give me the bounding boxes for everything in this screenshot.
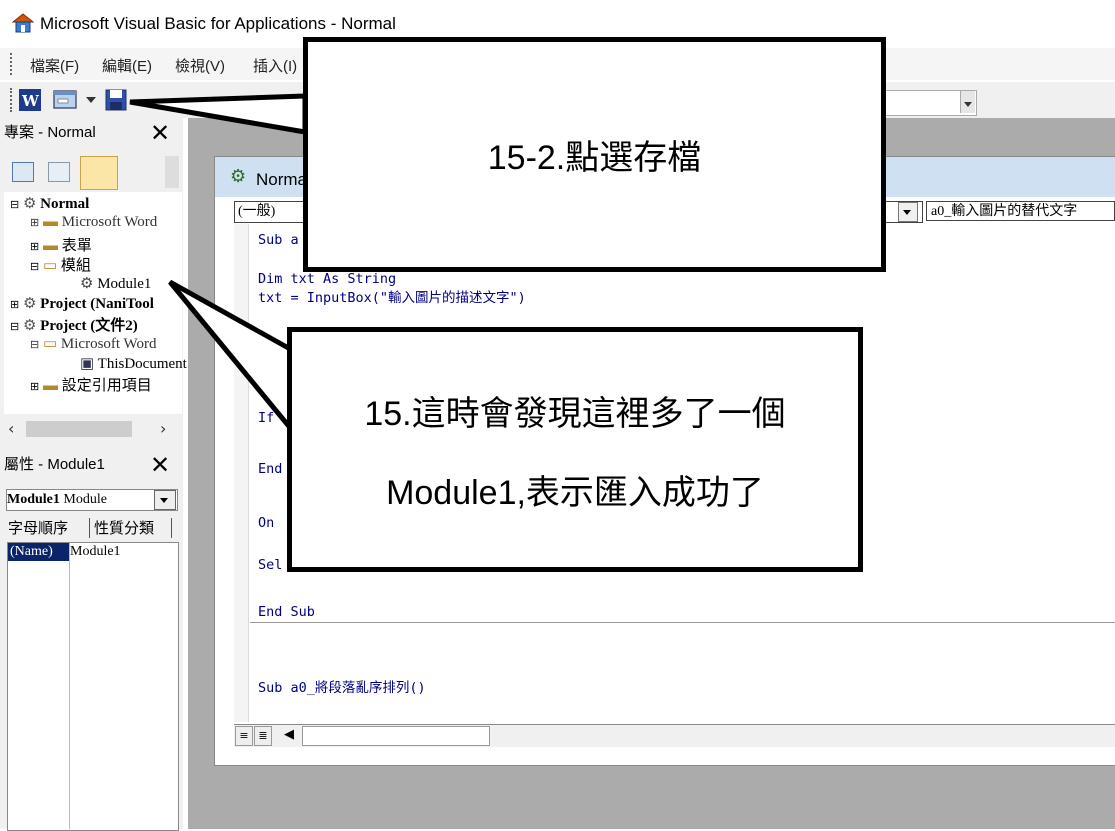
save-callout: 15-2.點選存檔 xyxy=(303,37,886,272)
module-callout-pointer xyxy=(168,279,295,437)
module-callout: 15.這時會發現這裡多了一個 Module1,表示匯入成功了 xyxy=(287,327,863,572)
module-callout-line2: Module1,表示匯入成功了 xyxy=(386,473,764,512)
save-callout-text: 15-2.點選存檔 xyxy=(487,139,702,177)
module-callout-line1: 15.這時會發現這裡多了一個 xyxy=(364,394,786,433)
save-callout-pointer xyxy=(129,93,308,135)
